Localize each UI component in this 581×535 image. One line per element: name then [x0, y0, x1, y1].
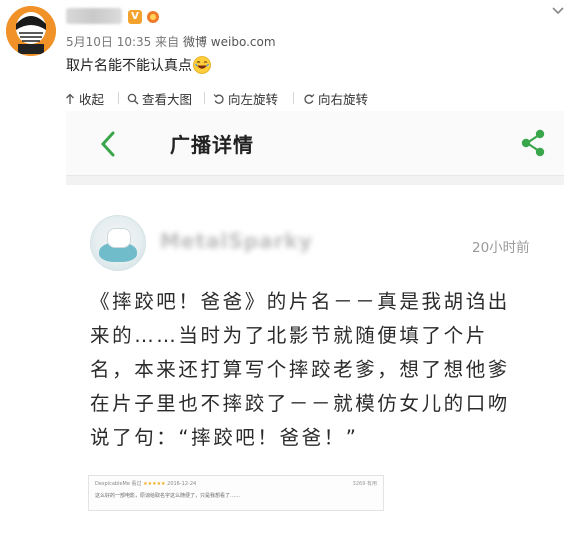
collapse-label: 收起: [79, 92, 105, 107]
image-toolbar: 收起 查看大图 向左旋转 向右旋转: [60, 83, 581, 111]
rotate-right-icon: [304, 93, 315, 104]
collapse-button[interactable]: 收起: [64, 89, 104, 108]
source-prefix: 来自: [155, 35, 180, 49]
embedded-comment-screenshot: DespicableMe 看过 ★★★★★ 2016-12-24 3269 有用…: [88, 475, 384, 511]
rotate-left-label: 向左旋转: [228, 92, 279, 107]
comment-count: 3269 有用: [352, 481, 377, 487]
screenshot-title: 广播详情: [170, 133, 254, 157]
rotate-right-button[interactable]: 向右旋转: [303, 89, 368, 108]
user-avatar[interactable]: [6, 6, 56, 56]
comment-user: DespicableMe 看过: [95, 481, 142, 487]
post-header: V 5月10日 10:35 来自 微博 weibo.com 取片名能不能认真点: [0, 0, 581, 84]
toolbar-divider: [204, 92, 205, 104]
view-large-button[interactable]: 查看大图: [127, 89, 192, 108]
share-icon: [521, 129, 545, 157]
post-image[interactable]: 广播详情 MetalSparky 20小时前 《摔跤吧！爸爸》的片名－－真是我胡…: [66, 111, 564, 528]
rotate-right-label: 向右旋转: [318, 92, 369, 107]
comment-text: 这么好的一部电影，原谅给取名字这么随便了，只是我想看了……: [95, 493, 241, 499]
status-card: MetalSparky 20小时前 《摔跤吧！爸爸》的片名－－真是我胡诌出 来的…: [66, 185, 564, 528]
comment-date: 2016-12-24: [167, 481, 197, 487]
view-large-label: 查看大图: [142, 92, 193, 107]
post-time: 20小时前: [472, 240, 530, 256]
post-text: 取片名能不能认真点: [66, 55, 211, 75]
post-date[interactable]: 5月10日 10:35: [66, 35, 151, 49]
verified-badge[interactable]: V: [128, 10, 142, 24]
post-source[interactable]: 微博 weibo.com: [183, 35, 276, 49]
toolbar-divider: [293, 92, 294, 104]
status-body: 《摔跤吧！爸爸》的片名－－真是我胡诌出 来的……当时为了北影节就随便填了个片 名…: [90, 290, 510, 449]
rotate-left-button[interactable]: 向左旋转: [213, 89, 278, 108]
comment-header: DespicableMe 看过 ★★★★★ 2016-12-24: [95, 480, 196, 487]
screenshot-header: 广播详情: [66, 111, 564, 176]
comment-stars: ★★★★★: [143, 481, 166, 487]
post-text-content: 取片名能不能认真点: [66, 58, 192, 74]
chevron-down-icon[interactable]: [551, 6, 565, 16]
toolbar-divider: [118, 92, 119, 104]
back-arrow-icon: [100, 131, 115, 157]
author-avatar: [90, 215, 146, 271]
zoom-icon: [127, 93, 139, 104]
medal-icon[interactable]: [146, 10, 160, 24]
collapse-icon: [66, 93, 74, 104]
post-meta: 5月10日 10:35 来自 微博 weibo.com: [66, 33, 276, 50]
rotate-left-icon: [213, 93, 224, 104]
username-blurred[interactable]: [66, 8, 122, 24]
author-name: MetalSparky: [160, 229, 313, 253]
laughing-emoji-icon: [193, 56, 211, 74]
